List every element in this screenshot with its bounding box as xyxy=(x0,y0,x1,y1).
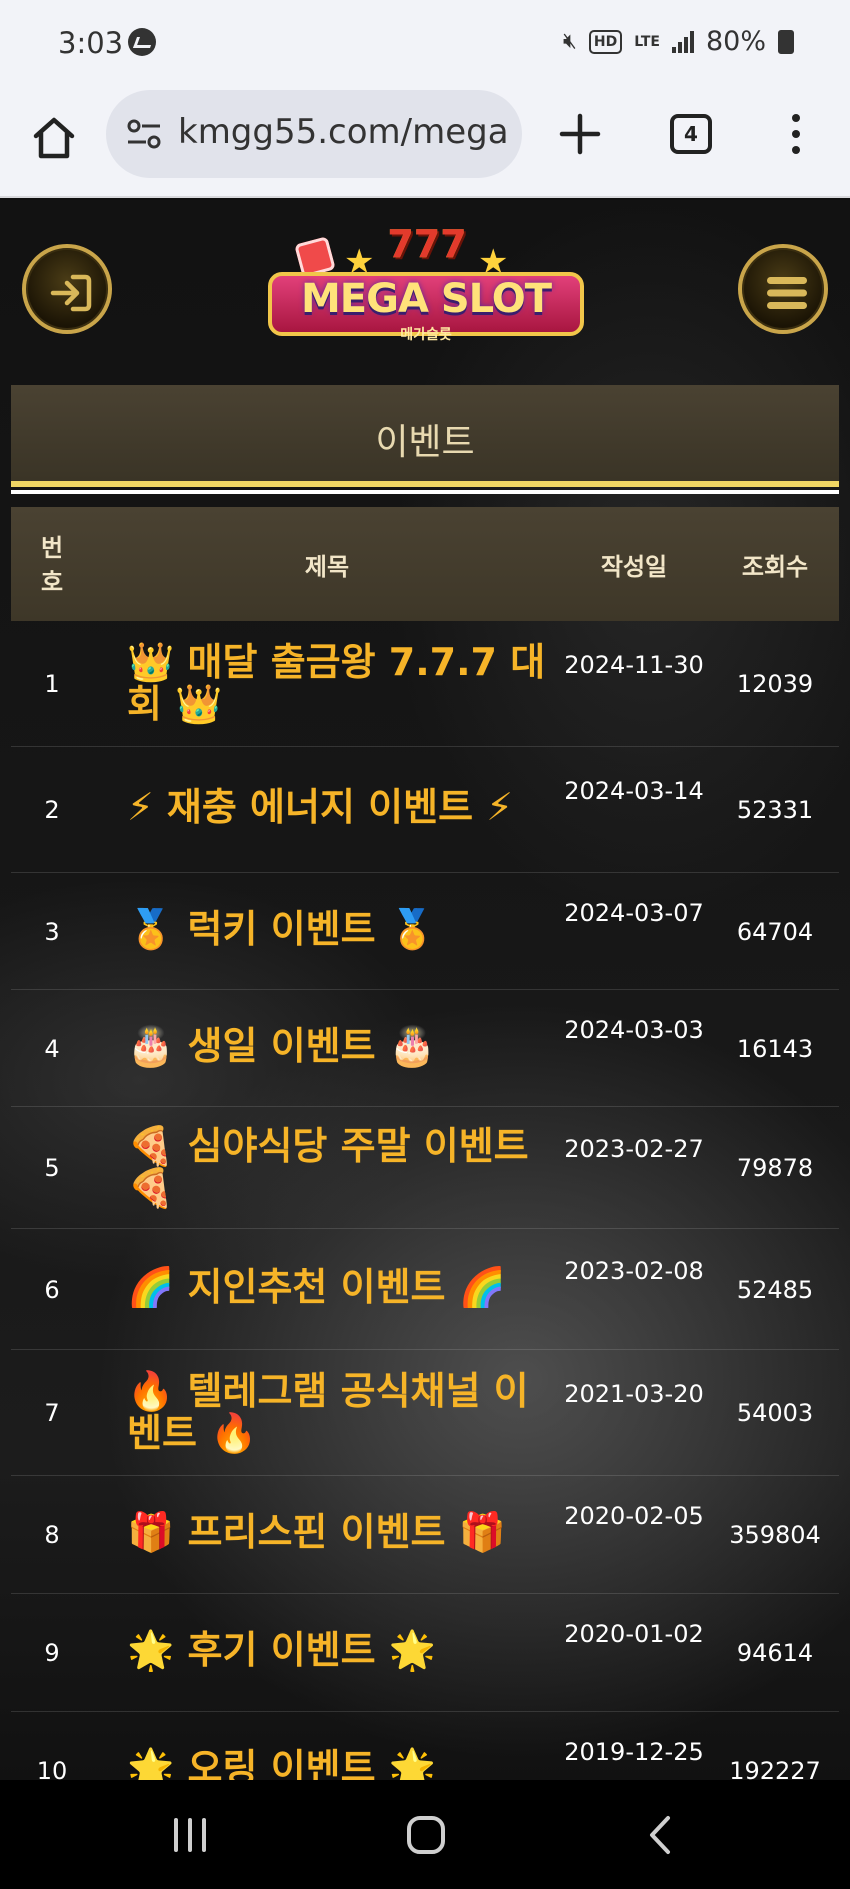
status-time: 3:03 xyxy=(58,26,124,60)
login-button[interactable] xyxy=(22,244,112,334)
row-date: 2023-02-27 xyxy=(564,1135,704,1163)
event-title-link[interactable]: 🔥 텔레그램 공식채널 이벤트 🔥 xyxy=(127,1370,547,1454)
plus-icon xyxy=(559,113,601,155)
battery-percent: 80% xyxy=(705,26,766,57)
event-title-link[interactable]: 🌈 지인추천 이벤트 🌈 xyxy=(127,1266,547,1308)
url-text[interactable]: kmgg55.com/megasl xyxy=(178,112,508,152)
logo-sevens: 777 xyxy=(387,222,467,266)
row-number: 4 xyxy=(44,1034,60,1063)
hamburger-icon xyxy=(767,277,807,309)
page-title: 이벤트 xyxy=(375,422,475,463)
event-title-link[interactable]: 🎁 프리스핀 이벤트 🎁 xyxy=(127,1511,547,1553)
header-title: 제목 xyxy=(304,553,350,581)
menu-button[interactable] xyxy=(738,244,828,334)
table-row[interactable]: 10 🌟 오링 이벤트 🌟 2019-12-25 192227 xyxy=(11,1712,839,1780)
row-number: 9 xyxy=(44,1639,60,1667)
battery-icon xyxy=(778,29,794,54)
row-number: 1 xyxy=(44,670,60,698)
event-title-link[interactable]: 🎂 생일 이벤트 🎂 xyxy=(127,1025,547,1067)
home-icon xyxy=(33,117,75,159)
table-row[interactable]: 2 ⚡ 재충 에너지 이벤트 ⚡ 2024-03-14 52331 xyxy=(11,747,839,873)
row-views: 192227 xyxy=(729,1757,821,1780)
status-icons: 🔇︎ HD LTE 80% xyxy=(563,26,794,57)
row-date: 2024-11-30 xyxy=(564,651,704,679)
back-icon xyxy=(650,1816,670,1854)
more-menu-button[interactable] xyxy=(788,114,804,158)
table-row[interactable]: 1 👑 매달 출금왕 7.7.7 대회 👑 2024-11-30 12039 xyxy=(11,621,839,747)
event-title-link[interactable]: 🌟 후기 이벤트 🌟 xyxy=(127,1629,547,1671)
row-views: 52331 xyxy=(736,796,814,824)
row-date: 2021-03-20 xyxy=(564,1380,704,1408)
page-content: ★ ★ 777 MEGA SLOT 메가슬롯 이벤트 번 호 제목 작성일 조회… xyxy=(0,200,850,1780)
header-date: 작성일 xyxy=(600,553,668,581)
table-body: 1 👑 매달 출금왕 7.7.7 대회 👑 2024-11-30 12039 2 ⚡ 재충… xyxy=(11,621,839,1780)
row-date: 2024-03-03 xyxy=(564,1015,704,1044)
table-row[interactable]: 6 🌈 지인추천 이벤트 🌈 2023-02-08 52485 xyxy=(11,1229,839,1350)
logo-subtitle: 메가슬롯 xyxy=(400,327,452,343)
signal-icon xyxy=(671,30,694,53)
row-views: 16143 xyxy=(736,1034,814,1063)
row-number: 6 xyxy=(44,1275,60,1304)
row-number: 10 xyxy=(36,1757,68,1780)
row-date: 2024-03-07 xyxy=(564,898,704,927)
row-date: 2020-02-05 xyxy=(564,1502,704,1530)
row-views: 54003 xyxy=(736,1399,814,1427)
hd-icon: HD xyxy=(588,29,623,54)
row-views: 94614 xyxy=(736,1639,814,1667)
table-row[interactable]: 8 🎁 프리스핀 이벤트 🎁 2020-02-05 359804 xyxy=(11,1476,839,1594)
mute-icon: 🔇︎ xyxy=(563,28,577,54)
status-bar: 3:03 🔇︎ HD LTE 80% xyxy=(0,0,850,86)
table-row[interactable]: 9 🌟 후기 이벤트 🌟 2020-01-02 94614 xyxy=(11,1594,839,1712)
site-logo[interactable]: ★ ★ 777 MEGA SLOT 메가슬롯 xyxy=(268,222,584,358)
event-title-link[interactable]: 🍕 심야식당 주말 이벤트 🍕 xyxy=(127,1125,547,1209)
row-number: 8 xyxy=(44,1521,60,1549)
section-title: 이벤트 xyxy=(11,385,839,494)
table-header: 번 호 제목 작성일 조회수 xyxy=(11,507,839,621)
site-settings-icon[interactable] xyxy=(124,118,164,150)
header-views: 조회수 xyxy=(741,553,809,581)
table-row[interactable]: 7 🔥 텔레그램 공식채널 이벤트 🔥 2021-03-20 54003 xyxy=(11,1350,839,1476)
row-date: 2019-12-25 xyxy=(564,1738,704,1766)
table-row[interactable]: 4 🎂 생일 이벤트 🎂 2024-03-03 16143 xyxy=(11,990,839,1107)
event-table: 번 호 제목 작성일 조회수 1 👑 매달 출금왕 7.7.7 대회 👑 2024-… xyxy=(11,507,839,1780)
row-number: 7 xyxy=(44,1399,60,1427)
event-title-link[interactable]: 🏅 럭키 이벤트 🏅 xyxy=(127,908,547,950)
more-dot-icon xyxy=(792,114,800,122)
row-date: 2023-02-08 xyxy=(564,1256,704,1285)
row-date: 2024-03-14 xyxy=(564,777,704,805)
tab-switcher-button[interactable]: 4 xyxy=(670,114,712,154)
system-home-button[interactable] xyxy=(396,1810,456,1860)
row-views: 359804 xyxy=(729,1521,821,1549)
browser-toolbar: kmgg55.com/megasl 4 xyxy=(0,86,850,198)
back-button[interactable] xyxy=(632,1810,692,1860)
row-date: 2020-01-02 xyxy=(564,1620,704,1648)
row-views: 12039 xyxy=(736,670,814,698)
table-row[interactable]: 5 🍕 심야식당 주말 이벤트 🍕 2023-02-27 79878 xyxy=(11,1107,839,1229)
lte-icon: LTE xyxy=(634,33,660,50)
row-views: 52485 xyxy=(736,1275,814,1304)
system-nav-bar xyxy=(0,1780,850,1889)
recent-apps-icon xyxy=(174,1818,206,1852)
home-button[interactable] xyxy=(30,114,78,162)
row-number: 3 xyxy=(44,917,60,946)
event-title-link[interactable]: 🌟 오링 이벤트 🌟 xyxy=(127,1747,547,1780)
row-number: 2 xyxy=(44,796,60,824)
row-views: 79878 xyxy=(736,1154,814,1182)
table-row[interactable]: 3 🏅 럭키 이벤트 🏅 2024-03-07 64704 xyxy=(11,873,839,990)
system-home-icon xyxy=(407,1816,445,1854)
new-tab-button[interactable] xyxy=(556,110,604,158)
row-number: 5 xyxy=(44,1154,60,1182)
logo-title: MEGA SLOT xyxy=(300,276,552,322)
messenger-icon xyxy=(128,28,156,56)
login-icon xyxy=(50,274,92,312)
event-title-link[interactable]: ⚡ 재충 에너지 이벤트 ⚡ xyxy=(127,786,547,828)
row-views: 64704 xyxy=(736,917,814,946)
event-title-link[interactable]: 👑 매달 출금왕 7.7.7 대회 👑 xyxy=(127,641,547,725)
address-bar[interactable]: kmgg55.com/megasl xyxy=(106,90,522,178)
recent-apps-button[interactable] xyxy=(160,1810,220,1860)
header-number: 번 호 xyxy=(40,534,64,596)
site-header: ★ ★ 777 MEGA SLOT 메가슬롯 xyxy=(0,200,850,380)
